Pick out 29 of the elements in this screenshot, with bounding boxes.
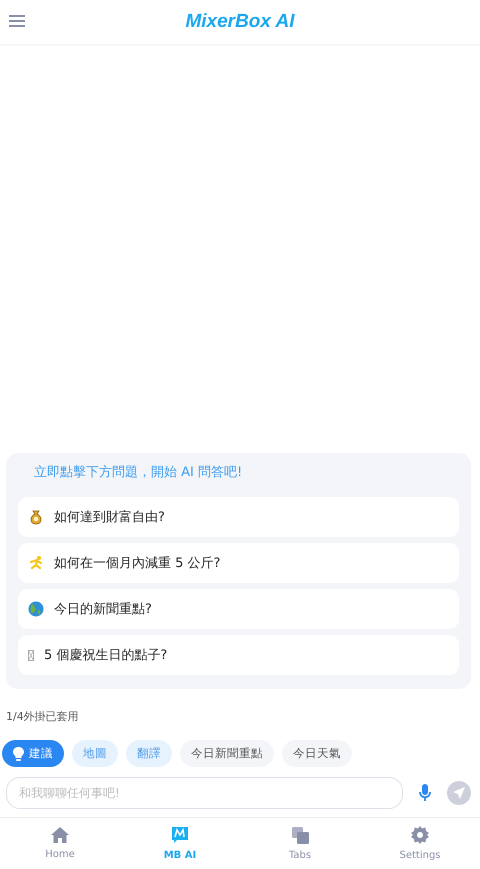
nav-tab[interactable]: Settings (360, 818, 480, 869)
menu-icon[interactable] (9, 15, 25, 27)
message-input[interactable]: 和我聊聊任何事吧! (6, 777, 403, 809)
suggestion-chip[interactable]: 今日天氣 (282, 740, 352, 767)
money-bag-icon (28, 509, 44, 525)
missing-glyph-icon (28, 650, 34, 660)
globe-icon (28, 601, 44, 617)
chat-logo-icon (171, 826, 189, 844)
lightbulb-icon (13, 746, 24, 760)
nav-tab[interactable]: Tabs (240, 818, 360, 869)
question-button[interactable]: 如何在一個月內減重 5 公斤? (18, 543, 459, 583)
microphone-icon[interactable] (419, 784, 431, 802)
prompt-heading: 立即點擊下方問題，開始 AI 問答吧! (33, 464, 244, 482)
question-button[interactable]: 今日的新聞重點? (18, 589, 459, 629)
suggestion-chip[interactable]: 建議 (2, 740, 64, 767)
send-icon (452, 786, 466, 800)
nav-tab[interactable]: MB AI (120, 818, 240, 869)
runner-icon (28, 555, 44, 571)
plugin-status: 1/4外掛已套用 (5, 709, 80, 724)
app-logo: MixerBox AI (185, 11, 295, 33)
question-button[interactable]: 5 個慶祝生日的點子? (18, 635, 459, 675)
suggestion-chip[interactable]: 地圖 (72, 740, 118, 767)
home-icon (51, 827, 69, 843)
settings-icon (411, 826, 429, 844)
suggestion-chip[interactable]: 翻譯 (126, 740, 172, 767)
nav-tab[interactable]: Home (0, 818, 120, 869)
question-button[interactable]: 如何達到財富自由? (18, 497, 459, 537)
tabs-icon (292, 826, 308, 844)
suggestion-chip[interactable]: 今日新聞重點 (180, 740, 274, 767)
